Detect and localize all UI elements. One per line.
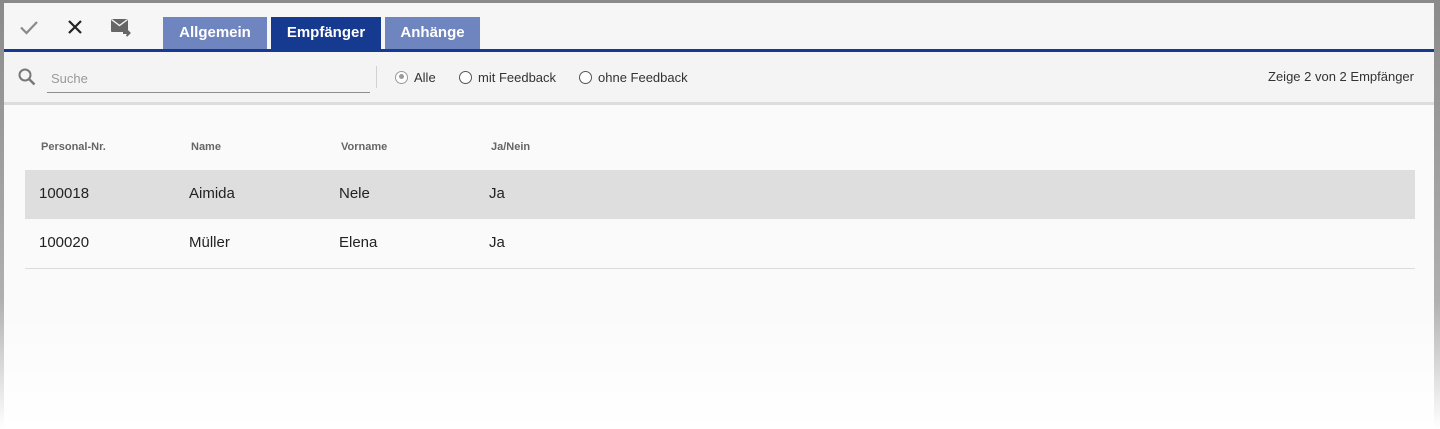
cell-personal-nr: 100018 (39, 185, 90, 202)
radio-alle[interactable]: Alle (395, 68, 436, 86)
bottom-fade (4, 309, 1434, 429)
search-icon (17, 67, 37, 87)
cell-ja-nein: Ja (489, 185, 505, 202)
filter-bar: Alle mit Feedback ohne Feedback Zeige 2 … (4, 52, 1434, 105)
tab-allgemein[interactable]: Allgemein (163, 17, 267, 49)
radio-unchecked-icon (459, 70, 472, 84)
tab-anhaenge[interactable]: Anhänge (385, 17, 480, 49)
cell-name: Müller (189, 234, 230, 251)
tab-empfaenger[interactable]: Empfänger (271, 17, 381, 49)
column-header-personal-nr[interactable]: Personal-Nr. (41, 141, 106, 153)
cell-vorname: Elena (339, 234, 378, 251)
column-header-vorname[interactable]: Vorname (341, 141, 387, 153)
column-header-ja-nein[interactable]: Ja/Nein (491, 141, 530, 153)
radio-checked-icon (395, 70, 408, 84)
cell-name: Aimida (189, 185, 235, 202)
result-count: Zeige 2 von 2 Empfänger (1268, 69, 1414, 84)
cell-vorname: Nele (339, 185, 370, 202)
radio-unchecked-icon (579, 70, 592, 84)
column-header-name[interactable]: Name (191, 141, 221, 153)
radio-label: Alle (414, 69, 436, 85)
radio-mit-feedback[interactable]: mit Feedback (459, 68, 556, 86)
radio-label: mit Feedback (478, 69, 557, 85)
radio-label: ohne Feedback (598, 69, 688, 85)
table-row[interactable]: 100018 Aimida Nele Ja (25, 170, 1415, 219)
cell-personal-nr: 100020 (39, 234, 90, 251)
search-input[interactable] (47, 64, 370, 93)
check-icon[interactable] (17, 15, 41, 39)
close-icon[interactable] (63, 15, 87, 39)
mail-forward-icon[interactable] (109, 15, 133, 39)
radio-ohne-feedback[interactable]: ohne Feedback (579, 68, 688, 86)
toolbar: Allgemein Empfänger Anhänge (4, 3, 1434, 49)
table-row[interactable]: 100020 Müller Elena Ja (25, 219, 1415, 269)
dialog-window: Allgemein Empfänger Anhänge Alle mit Fee… (4, 3, 1434, 429)
cell-ja-nein: Ja (489, 234, 505, 251)
divider (376, 66, 377, 88)
